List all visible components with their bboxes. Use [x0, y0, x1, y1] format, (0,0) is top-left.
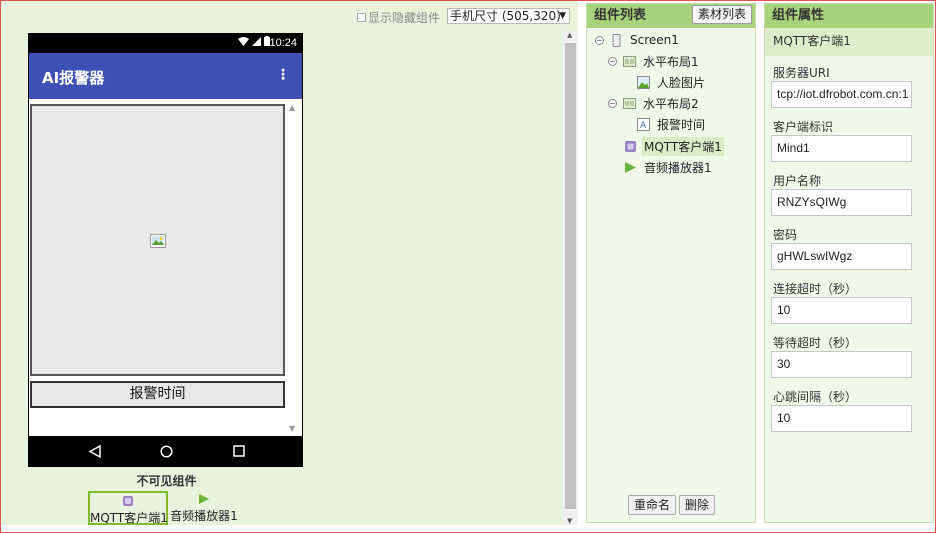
- show-hidden-checkbox[interactable]: 显示隐藏组件: [357, 9, 440, 26]
- label-icon: A: [637, 117, 650, 131]
- layout-icon: [623, 97, 636, 109]
- wait-timeout-field[interactable]: 30: [771, 351, 912, 378]
- components-panel: 组件列表 素材列表 − Screen1 − 水平布局1 人脸图片 − 水平布局2…: [586, 3, 756, 523]
- screen-size-select[interactable]: 手机尺寸 (505,320) ▼: [447, 8, 570, 24]
- collapse-icon[interactable]: −: [608, 56, 617, 66]
- client-id-field[interactable]: Mind1: [771, 135, 912, 162]
- player-icon: [625, 161, 636, 173]
- signal-icon: [252, 36, 261, 46]
- screen-size-value: 手机尺寸 (505,320): [450, 9, 561, 23]
- password-field[interactable]: gHWLswIWgz: [771, 243, 912, 270]
- phone-scrollbar[interactable]: ▲ ▼: [288, 103, 300, 433]
- rename-button[interactable]: 重命名: [628, 495, 677, 515]
- mqtt-icon: [625, 140, 636, 152]
- properties-panel: 组件属性 MQTT客户端1 服务器URI tcp://iot.dfrobot.c…: [764, 3, 934, 523]
- nonvisible-item-label: MQTT客户端1: [90, 511, 168, 525]
- property-label: 等待超时（秒）: [773, 336, 858, 350]
- nonvisible-components-title: 不可见组件: [136, 474, 197, 488]
- screen-icon: [612, 33, 621, 47]
- checkbox-icon[interactable]: [357, 13, 366, 22]
- tree-item-label: Screen1: [630, 33, 679, 47]
- viewer-panel: 显示隐藏组件 手机尺寸 (505,320) ▼ 10:24 AI报警器 ⋮ 报警…: [1, 1, 578, 525]
- image-icon: [637, 75, 650, 89]
- nonvisible-item-player[interactable]: 音频播放器1: [169, 491, 239, 525]
- properties-header: 组件属性: [765, 4, 933, 28]
- image-placeholder-icon: [150, 234, 166, 248]
- alarm-time-label[interactable]: 报警时间: [30, 381, 285, 408]
- back-icon[interactable]: [89, 445, 101, 458]
- collapse-icon[interactable]: −: [595, 35, 604, 45]
- player-icon: [199, 494, 209, 504]
- tree-item-face-image[interactable]: 人脸图片: [637, 73, 707, 91]
- property-label: 心跳间隔（秒）: [773, 390, 858, 404]
- home-icon[interactable]: [160, 445, 173, 458]
- selected-component-name: MQTT客户端1: [765, 28, 933, 56]
- viewer-scrollbar[interactable]: ▲ ▼: [563, 31, 578, 525]
- nonvisible-item-mqtt[interactable]: MQTT客户端1: [88, 491, 168, 525]
- svg-text:A: A: [640, 121, 647, 131]
- server-uri-field[interactable]: tcp://iot.dfrobot.com.cn:1: [771, 81, 912, 108]
- tree-item-label: 报警时间: [657, 117, 706, 132]
- app-title: AI报警器: [42, 69, 105, 87]
- tree-item-player[interactable]: 音频播放器1: [624, 158, 714, 176]
- overflow-menu-icon[interactable]: ⋮: [276, 67, 290, 83]
- properties-title: 组件属性: [772, 8, 825, 23]
- screen-content: 报警时间 ▲ ▼: [29, 99, 302, 436]
- property-label: 连接超时（秒）: [773, 282, 858, 296]
- assets-button[interactable]: 素材列表: [691, 5, 752, 24]
- tree-item-label: 水平布局1: [643, 54, 699, 69]
- tree-item-screen1[interactable]: − Screen1: [595, 31, 681, 49]
- scroll-up-icon[interactable]: ▲: [289, 103, 295, 112]
- status-bar: 10:24: [29, 33, 302, 53]
- tree-item-label: 音频播放器1: [644, 160, 712, 175]
- tree-item-hlayout2[interactable]: − 水平布局2: [608, 94, 701, 112]
- dropdown-arrow-icon: ▼: [559, 11, 566, 21]
- phone-preview: 10:24 AI报警器 ⋮ 报警时间 ▲ ▼: [28, 33, 303, 467]
- components-header: 组件列表 素材列表: [587, 4, 755, 28]
- tree-item-label: MQTT客户端1: [642, 136, 724, 156]
- property-label: 用户名称: [773, 174, 822, 188]
- android-nav-bar: [29, 436, 302, 467]
- connect-timeout-field[interactable]: 10: [771, 297, 912, 324]
- scroll-down-icon[interactable]: ▼: [289, 424, 295, 433]
- delete-button[interactable]: 删除: [679, 495, 716, 515]
- property-label: 密码: [773, 228, 798, 242]
- face-image-component[interactable]: [30, 104, 285, 376]
- tree-item-label: 人脸图片: [657, 75, 706, 90]
- viewer-toolbar: 显示隐藏组件 手机尺寸 (505,320) ▼: [1, 1, 578, 29]
- scrollbar-thumb[interactable]: [565, 43, 576, 509]
- keepalive-interval-field[interactable]: 10: [771, 405, 912, 432]
- scroll-up-icon[interactable]: ▲: [567, 31, 572, 39]
- wifi-icon: [238, 36, 249, 46]
- tree-item-label: 水平布局2: [643, 96, 699, 111]
- tree-item-hlayout1[interactable]: − 水平布局1: [608, 52, 701, 70]
- components-title: 组件列表: [594, 8, 647, 23]
- status-time: 10:24: [269, 37, 297, 49]
- property-label: 客户端标识: [773, 120, 834, 134]
- layout-icon: [623, 55, 636, 67]
- tree-item-alarm-time[interactable]: A 报警时间: [637, 115, 707, 133]
- property-label: 服务器URI: [773, 66, 830, 80]
- mqtt-icon: [123, 496, 133, 506]
- show-hidden-label: 显示隐藏组件: [368, 11, 441, 25]
- username-field[interactable]: RNZYsQIWg: [771, 189, 912, 216]
- collapse-icon[interactable]: −: [608, 98, 617, 108]
- app-bar: AI报警器 ⋮: [29, 53, 302, 99]
- tree-item-mqtt[interactable]: MQTT客户端1: [624, 136, 724, 156]
- recents-icon[interactable]: [233, 445, 245, 457]
- scroll-down-icon[interactable]: ▼: [567, 517, 572, 525]
- nonvisible-item-label: 音频播放器1: [170, 509, 238, 523]
